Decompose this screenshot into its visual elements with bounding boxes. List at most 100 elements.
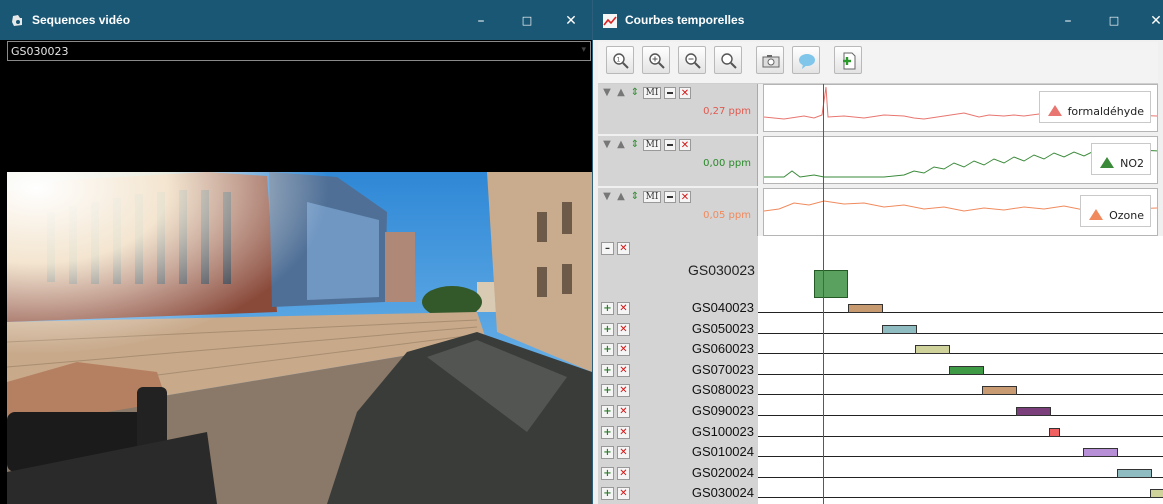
export-button[interactable]: [834, 46, 862, 74]
sequence-block[interactable]: [881, 324, 917, 334]
sequence-track-line: [758, 476, 1163, 478]
zoom-in-button[interactable]: [642, 46, 670, 74]
move-down-icon[interactable]: ▼: [601, 191, 613, 203]
window-title: Courbes temporelles: [625, 13, 745, 27]
close-button[interactable]: ✕: [556, 10, 586, 32]
legend-label: formaldéhyde: [1067, 105, 1144, 118]
sequence-track-line: [758, 332, 1163, 334]
zoom-reset-button[interactable]: 1: [606, 46, 634, 74]
curve-legend: NO2: [1091, 143, 1151, 175]
mi-button[interactable]: MI: [643, 191, 661, 203]
track-controls: ▼ ▲ ⇕ MI ✕ 0,05 ppm: [598, 188, 758, 238]
maximize-button[interactable]: □: [512, 10, 542, 32]
chevron-down-icon[interactable]: ▾: [581, 45, 586, 55]
sequence-select[interactable]: GS030023 ▾: [7, 41, 591, 61]
add-icon[interactable]: +: [601, 446, 614, 460]
mi-button[interactable]: MI: [643, 139, 661, 151]
resize-icon[interactable]: ⇕: [629, 191, 641, 203]
screenshot-icon: [762, 55, 780, 68]
remove-icon[interactable]: ✕: [617, 302, 630, 315]
add-icon[interactable]: +: [601, 466, 614, 480]
time-cursor[interactable]: [823, 84, 824, 504]
time-curves-window: Courbes temporelles – □ ✕ 1 ▼ ▲ ⇕ MI ✕ 0…: [592, 0, 1163, 504]
sequence-block[interactable]: [1083, 448, 1119, 458]
resize-icon[interactable]: ⇕: [629, 139, 641, 151]
move-up-icon[interactable]: ▲: [615, 191, 627, 203]
remove-icon[interactable]: ✕: [617, 242, 630, 255]
timeline-plot[interactable]: [758, 236, 1163, 504]
minimize-button[interactable]: –: [466, 10, 496, 32]
track-value: 0,27 ppm: [703, 106, 751, 117]
sequence-timeline: – ✕ GS030023 + ✕ GS040023 + ✕ GS050023 + ✕ GS060…: [598, 236, 1163, 504]
sequence-block[interactable]: [1116, 468, 1152, 478]
comment-button[interactable]: [792, 46, 820, 74]
zoom-reset-icon: 1: [613, 53, 629, 69]
collapse-icon[interactable]: [664, 139, 676, 151]
video-frame[interactable]: [7, 172, 592, 504]
minimize-button[interactable]: –: [1053, 10, 1083, 32]
camera-app-icon: [12, 15, 22, 26]
sequence-name: GS060023: [691, 341, 754, 357]
add-icon[interactable]: +: [601, 405, 614, 418]
move-up-icon[interactable]: ▲: [615, 139, 627, 151]
legend-label: NO2: [1120, 157, 1144, 170]
main-sequence-block[interactable]: [814, 270, 848, 298]
collapse-icon[interactable]: –: [601, 242, 614, 255]
mi-button[interactable]: MI: [643, 87, 661, 99]
add-icon[interactable]: +: [601, 487, 614, 501]
remove-icon[interactable]: ✕: [679, 139, 691, 151]
remove-icon[interactable]: ✕: [679, 87, 691, 99]
triangle-icon: [1047, 105, 1062, 116]
remove-icon[interactable]: ✕: [617, 343, 630, 357]
sequence-block[interactable]: [1049, 427, 1060, 437]
title-bar[interactable]: Courbes temporelles – □ ✕: [593, 0, 1163, 40]
sequence-block[interactable]: [1016, 407, 1051, 416]
sequence-name: GS050023: [691, 320, 754, 336]
add-icon[interactable]: +: [601, 343, 614, 357]
move-up-icon[interactable]: ▲: [615, 87, 627, 99]
add-icon[interactable]: +: [601, 384, 614, 398]
sequence-name: GS040023: [691, 300, 754, 315]
search-icon: [721, 53, 737, 69]
sequence-block[interactable]: [915, 345, 951, 355]
remove-icon[interactable]: ✕: [679, 191, 691, 203]
move-down-icon[interactable]: ▼: [601, 87, 613, 99]
remove-icon[interactable]: ✕: [617, 425, 630, 439]
remove-icon[interactable]: ✕: [617, 322, 630, 336]
sequence-block[interactable]: [982, 386, 1018, 396]
sequence-block[interactable]: [848, 304, 883, 313]
add-icon[interactable]: +: [601, 302, 614, 315]
sequence-block[interactable]: [1150, 489, 1163, 499]
collapse-icon[interactable]: [664, 191, 676, 203]
remove-icon[interactable]: ✕: [617, 363, 630, 377]
maximize-button[interactable]: □: [1099, 10, 1129, 32]
remove-icon[interactable]: ✕: [617, 405, 630, 418]
sequence-track-line: [758, 353, 1163, 355]
add-icon[interactable]: +: [601, 425, 614, 439]
resize-icon[interactable]: ⇕: [629, 87, 641, 99]
remove-icon[interactable]: ✕: [617, 466, 630, 480]
remove-icon[interactable]: ✕: [617, 446, 630, 460]
curve-legend: Ozone: [1080, 195, 1151, 227]
zoom-out-button[interactable]: [678, 46, 706, 74]
zoom-out-icon: [685, 53, 701, 69]
add-icon[interactable]: +: [601, 363, 614, 377]
svg-text:1: 1: [617, 57, 621, 64]
search-button[interactable]: [714, 46, 742, 74]
title-bar[interactable]: Sequences vidéo – □ ✕: [0, 0, 592, 40]
curve-legend: formaldéhyde: [1038, 91, 1151, 123]
sequence-name: GS090023: [691, 403, 754, 418]
remove-icon[interactable]: ✕: [617, 487, 630, 501]
collapse-icon[interactable]: [664, 87, 676, 99]
move-down-icon[interactable]: ▼: [601, 139, 613, 151]
curve-track-formaldehyde: ▼ ▲ ⇕ MI ✕ 0,27 ppm formaldéhyde: [598, 84, 1163, 134]
close-button[interactable]: ✕: [1141, 10, 1163, 32]
add-icon[interactable]: +: [601, 322, 614, 336]
sequence-block[interactable]: [948, 365, 984, 375]
track-value: 0,00 ppm: [703, 158, 751, 169]
remove-icon[interactable]: ✕: [617, 384, 630, 398]
sequence-name: GS100023: [691, 423, 754, 439]
sequence-track-line: [758, 415, 1163, 416]
video-sequences-window: Sequences vidéo – □ ✕ GS030023 ▾: [0, 0, 592, 504]
screenshot-button[interactable]: [756, 46, 784, 74]
